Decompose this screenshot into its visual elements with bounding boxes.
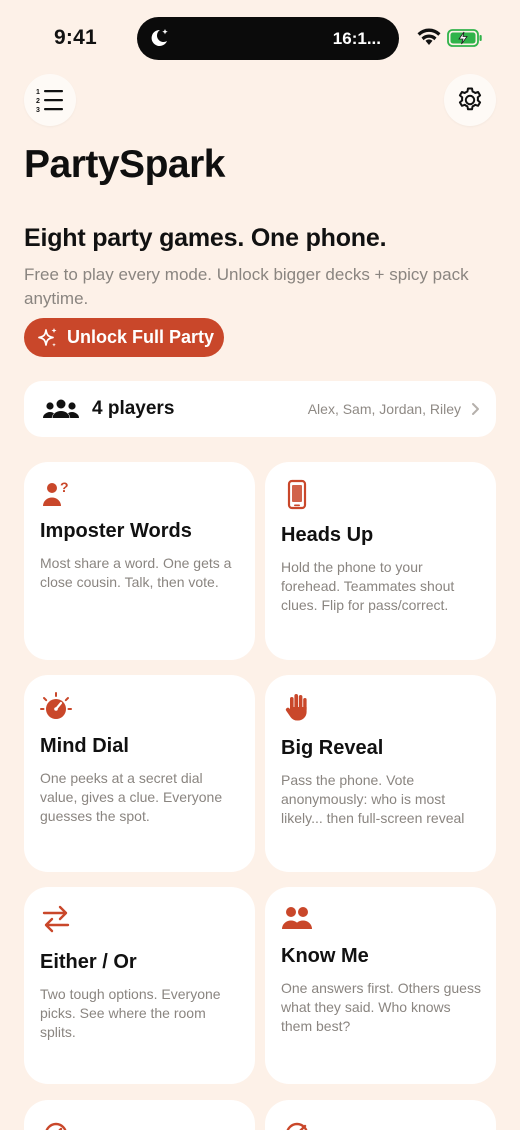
headline: Eight party games. One phone.	[24, 224, 387, 252]
game-title: Imposter Words	[40, 520, 192, 542]
wifi-icon	[417, 28, 441, 45]
sparkles-icon	[38, 327, 57, 347]
game-card-imposter-words[interactable]: ? Imposter Words Most share a word. One …	[24, 462, 255, 660]
description-line: Pass the phone. Vote	[281, 772, 415, 788]
dial-icon	[40, 692, 72, 719]
svg-text:?: ?	[60, 479, 69, 495]
swap-arrows-icon	[42, 905, 70, 933]
app-title: PartySpark	[24, 143, 225, 186]
description-line: anonymously: who is most	[281, 791, 446, 807]
game-card-know-me[interactable]: Know Me One answers first. Others guess …	[265, 887, 496, 1084]
group-icon	[43, 399, 79, 418]
game-description: One peeks at a secret dial value, gives …	[40, 770, 223, 824]
status-time: 9:41	[54, 26, 97, 49]
game-card-big-reveal[interactable]: Big Reveal Pass the phone. Vote anonymou…	[265, 675, 496, 872]
players-names: Alex, Sam, Jordan, Riley	[307, 401, 461, 417]
person-question-icon: ?	[43, 479, 69, 506]
dynamic-island[interactable]: 16:1...	[137, 17, 399, 60]
pencil-icon	[286, 1122, 308, 1130]
timer-icon	[45, 1122, 67, 1130]
two-people-icon	[282, 907, 312, 929]
chevron-right-icon	[472, 403, 479, 415]
svg-text:1: 1	[36, 89, 40, 96]
game-title: Either / Or	[40, 951, 137, 973]
game-card-partial-right[interactable]	[265, 1100, 496, 1130]
game-description: Hold the phone to your forehead. Teammat…	[281, 559, 455, 613]
unlock-button-label: Unlock Full Party	[67, 327, 215, 347]
game-card-mind-dial[interactable]: Mind Dial One peeks at a secret dial val…	[24, 675, 255, 872]
game-description: Pass the phone. Vote anonymously: who is…	[281, 771, 483, 828]
subtitle: Free to play every mode. Unlock bigger d…	[24, 265, 469, 308]
game-title: Big Reveal	[281, 737, 384, 759]
game-title: Mind Dial	[40, 735, 129, 757]
phone-icon	[287, 479, 307, 510]
leaderboard-button[interactable]: 1 2 3	[24, 74, 76, 126]
status-bar: 9:41 16:1...	[0, 0, 520, 76]
gear-icon	[458, 87, 482, 111]
game-card-heads-up[interactable]: Heads Up Hold the phone to your forehead…	[265, 462, 496, 660]
raised-hand-icon	[285, 694, 307, 721]
description-line: likely... then full-screen reveal	[281, 810, 465, 826]
game-title: Heads Up	[281, 524, 374, 546]
game-description: Two tough options. Everyone picks. See w…	[40, 986, 221, 1040]
island-activity-text: 16:1...	[332, 29, 381, 48]
players-selector[interactable]: 4 players Alex, Sam, Jordan, Riley	[24, 381, 496, 437]
app-screen: 9:41 16:1... 1 2 3 PartySpark Eight part…	[0, 0, 520, 1130]
numbered-list-icon: 1 2 3	[36, 89, 63, 113]
game-description: One answers first. Others guess what the…	[281, 980, 481, 1034]
settings-button[interactable]	[444, 74, 496, 126]
game-card-partial-left[interactable]	[24, 1100, 255, 1130]
game-description: Most share a word. One gets a close cous…	[40, 555, 232, 590]
game-title: Know Me	[281, 945, 369, 967]
svg-text:2: 2	[36, 98, 40, 105]
players-count: 4 players	[92, 398, 175, 419]
game-card-either-or[interactable]: Either / Or Two tough options. Everyone …	[24, 887, 255, 1084]
battery-charging-icon	[447, 29, 482, 47]
svg-text:3: 3	[36, 107, 40, 113]
moon-icon	[151, 29, 168, 46]
unlock-full-party-button[interactable]: Unlock Full Party	[24, 318, 224, 357]
